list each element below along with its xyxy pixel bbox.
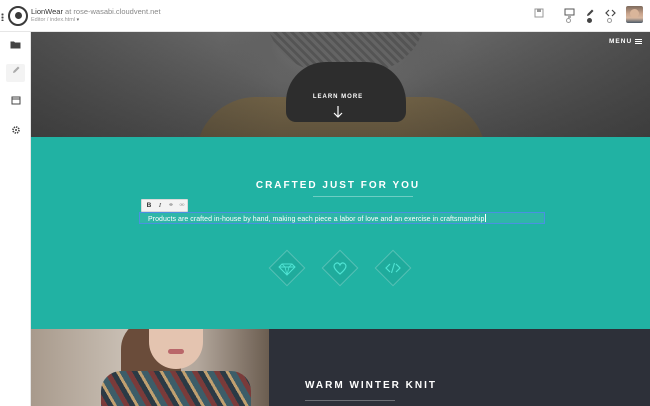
- learn-more-link[interactable]: LEARN MORE: [301, 94, 375, 100]
- inline-format-toolbar: B I ⚭ ⚮: [141, 199, 188, 212]
- left-sidebar: [0, 32, 31, 406]
- menu-label: MENU: [609, 38, 633, 45]
- breadcrumb-path: Editor / index.html: [31, 17, 76, 23]
- hero-section: MENU LEARN MORE: [31, 32, 650, 157]
- folder-icon[interactable]: [6, 38, 25, 56]
- code-icon: [385, 262, 401, 274]
- arrow-down-icon[interactable]: [332, 105, 344, 119]
- crafted-body-text[interactable]: Products are crafted in-house by hand, m…: [148, 214, 487, 223]
- crafted-body: Products are crafted in-house by hand, m…: [148, 216, 485, 223]
- heart-icon: [333, 262, 347, 275]
- page-preview-canvas: MENU LEARN MORE CRAFTED JUST FOR YOU B I…: [31, 32, 650, 406]
- knit-divider: [305, 400, 395, 401]
- edit-status-dot: [587, 18, 592, 23]
- sidebar-toggle-dots[interactable]: [1, 13, 4, 21]
- site-name: LionWear: [31, 7, 63, 16]
- heading-divider: [313, 196, 413, 197]
- site-at: at: [62, 7, 74, 16]
- chevron-down-icon: ▾: [76, 17, 80, 23]
- editor-top-bar: LionWear at rose-wasabi.cloudvent.net Ed…: [0, 0, 650, 32]
- photo-scarf: [101, 371, 251, 406]
- gear-icon[interactable]: [6, 124, 25, 142]
- unlink-button[interactable]: ⚮: [177, 201, 187, 211]
- crafted-section: CRAFTED JUST FOR YOU B I ⚭ ⚮ Products ar…: [31, 137, 650, 329]
- user-avatar[interactable]: [626, 6, 643, 23]
- bold-button[interactable]: B: [144, 201, 154, 211]
- save-icon[interactable]: [533, 8, 545, 20]
- crafted-heading[interactable]: CRAFTED JUST FOR YOU: [31, 180, 645, 191]
- calendar-icon[interactable]: [6, 94, 25, 112]
- hero-overlay: [31, 32, 650, 137]
- pencil-icon[interactable]: [6, 64, 25, 82]
- site-title[interactable]: LionWear at rose-wasabi.cloudvent.net: [31, 7, 161, 16]
- photo-lips: [168, 349, 184, 354]
- model-photo: [31, 329, 269, 406]
- knit-section: WARM WINTER KNIT: [31, 329, 650, 406]
- site-host: rose-wasabi.cloudvent.net: [73, 7, 161, 16]
- hamburger-icon: [635, 38, 643, 44]
- link-button[interactable]: ⚭: [166, 201, 176, 211]
- view-status-dot: [566, 18, 571, 23]
- text-caret: [485, 214, 487, 222]
- italic-button[interactable]: I: [155, 201, 165, 211]
- editable-text-region[interactable]: Products are crafted in-house by hand, m…: [139, 212, 545, 224]
- code-status-dot: [607, 18, 612, 23]
- menu-button[interactable]: MENU: [609, 38, 643, 45]
- diamond-icon: [278, 263, 296, 276]
- breadcrumb[interactable]: Editor / index.html ▾: [31, 17, 79, 23]
- cloudcannon-logo[interactable]: [8, 6, 28, 26]
- knit-heading[interactable]: WARM WINTER KNIT: [305, 380, 437, 391]
